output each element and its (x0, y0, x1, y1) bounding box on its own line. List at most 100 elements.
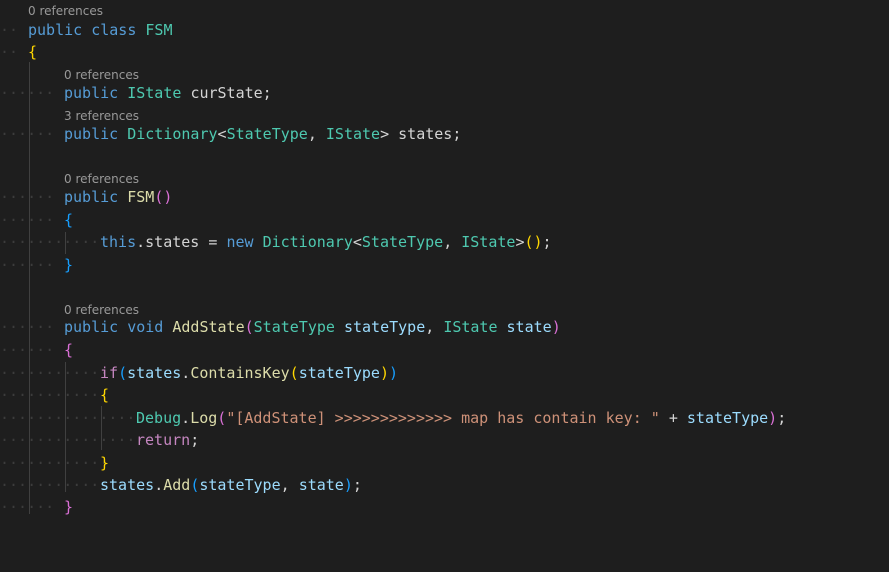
brace: } (64, 256, 74, 274)
keyword-class: class (91, 21, 137, 39)
line-content: { (64, 209, 73, 231)
assign-operator: = (199, 233, 227, 251)
semicolon: ; (777, 409, 787, 427)
semicolon: ; (190, 431, 200, 449)
code-line-ctor-body[interactable]: ············ this.states = new Dictionar… (0, 231, 889, 253)
whitespace-dots: ·· (0, 21, 19, 39)
code-line-close-brace[interactable]: ······ } (0, 496, 889, 518)
whitespace-dots: ······ (0, 256, 55, 274)
whitespace-dots: ······ (0, 125, 55, 143)
line-content: return; (136, 429, 199, 451)
keyword-public: public (64, 318, 119, 336)
whitespace-dots: ······ (0, 211, 55, 229)
field-name: states; (398, 125, 462, 143)
paren-open: ( (289, 364, 299, 382)
codelens-class-references[interactable]: 0 references (28, 3, 103, 19)
whitespace-dots: ·· (0, 43, 19, 61)
code-line-close-brace[interactable]: ············ } (0, 452, 889, 474)
type-name: Dictionary (262, 233, 353, 251)
keyword-new: new (226, 233, 254, 251)
method-call: ContainsKey (190, 364, 290, 382)
keyword-public: public (64, 125, 119, 143)
paren-close: ) (551, 318, 561, 336)
code-line-open-brace[interactable]: ······ { (0, 209, 889, 231)
code-line-debug-log[interactable]: ·················· Debug.Log("[AddState]… (0, 407, 889, 429)
code-line-close-brace[interactable]: ······ } (0, 254, 889, 276)
param-type: IState (443, 318, 498, 336)
paren-open: ( (217, 409, 227, 427)
class-ref: Debug (136, 409, 182, 427)
whitespace-dots: ······ (0, 341, 55, 359)
type-arg: IState (461, 233, 516, 251)
line-content: } (64, 496, 73, 518)
brace: { (64, 341, 74, 359)
line-content: public void AddState(StateType stateType… (64, 316, 561, 338)
line-content: Debug.Log("[AddState] >>>>>>>>>>>>> map … (136, 407, 786, 429)
line-content: if(states.ContainsKey(stateType)) (100, 362, 398, 384)
brace: { (100, 386, 110, 404)
whitespace-dots: ············ (0, 364, 109, 382)
line-content: this.states = new Dictionary<StateType, … (100, 231, 552, 253)
argument: stateType (298, 364, 380, 382)
line-content: { (64, 339, 73, 361)
method-call: Log (190, 409, 218, 427)
line-content: } (100, 452, 109, 474)
code-line-if[interactable]: ············ if(states.ContainsKey(state… (0, 362, 889, 384)
brace: } (100, 454, 110, 472)
type-name: Dictionary (127, 125, 218, 143)
type-arg: StateType (226, 125, 308, 143)
line-content: { (100, 384, 109, 406)
line-content: public IState curState; (64, 82, 272, 104)
comma: , (443, 233, 453, 251)
whitespace-dots: ············ (0, 454, 109, 472)
whitespace-dots: ······ (0, 498, 55, 516)
plus-operator: + (659, 409, 687, 427)
type-name: IState (127, 84, 182, 102)
field-ref: states (145, 233, 200, 251)
codelens-states-references[interactable]: 3 references (64, 108, 139, 124)
dot: . (181, 364, 191, 382)
param-type: StateType (253, 318, 335, 336)
dot: . (136, 233, 146, 251)
paren-close: ) (533, 233, 543, 251)
code-line-return[interactable]: ·················· return; (0, 429, 889, 451)
code-line-curstate-field[interactable]: ······ public IState curState; (0, 82, 889, 104)
object-ref: states (100, 476, 155, 494)
argument: stateType (686, 409, 769, 427)
code-line-class-decl[interactable]: ·· public class FSM (0, 19, 889, 41)
paren-open: ( (118, 364, 128, 382)
type-arg: IState (325, 125, 381, 143)
object-ref: states (127, 364, 182, 382)
method-name: AddState (172, 318, 245, 336)
dot: . (181, 409, 191, 427)
whitespace-dots: ······ (0, 318, 55, 336)
line-content: { (28, 41, 37, 63)
line-content: } (64, 254, 73, 276)
paren-open: ( (190, 476, 200, 494)
generic-close: > (380, 125, 390, 143)
codelens-ctor-references[interactable]: 0 references (64, 171, 139, 187)
code-line-open-brace[interactable]: ······ { (0, 339, 889, 361)
code-line-ctor-decl[interactable]: ······ public FSM() (0, 186, 889, 208)
paren-close: ) (379, 364, 389, 382)
code-editor[interactable]: 0 references ·· public class FSM ·· { 0 … (0, 0, 889, 516)
semicolon: ; (542, 233, 552, 251)
dot: . (154, 476, 164, 494)
line-content: public FSM() (64, 186, 172, 208)
code-line-states-field[interactable]: ······ public Dictionary<StateType, ISta… (0, 123, 889, 145)
whitespace-dots: ············ (0, 386, 109, 404)
paren-open: ( (524, 233, 534, 251)
type-arg: StateType (361, 233, 444, 251)
code-line-open-brace[interactable]: ············ { (0, 384, 889, 406)
code-line-states-add[interactable]: ············ states.Add(stateType, state… (0, 474, 889, 496)
codelens-curstate-references[interactable]: 0 references (64, 67, 139, 83)
field-name: curState; (190, 84, 272, 102)
class-name: FSM (145, 21, 173, 39)
keyword-this: this (100, 233, 137, 251)
generic-open: < (352, 233, 362, 251)
param-name: state (506, 318, 552, 336)
code-line-addstate-decl[interactable]: ······ public void AddState(StateType st… (0, 316, 889, 338)
param-name: stateType (343, 318, 426, 336)
code-line-open-brace[interactable]: ·· { (0, 41, 889, 63)
keyword-public: public (64, 84, 119, 102)
